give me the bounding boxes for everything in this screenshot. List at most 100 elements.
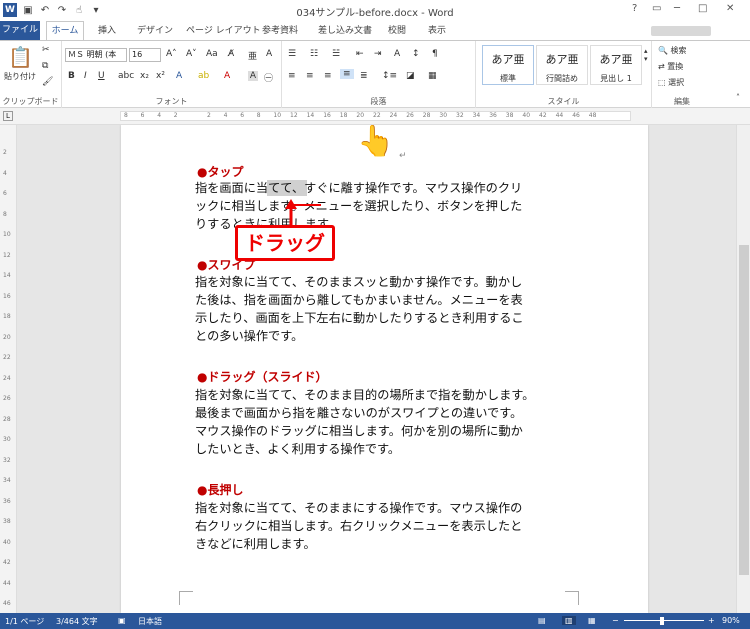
shrink-font-icon[interactable]: A˅ [186, 49, 197, 59]
copy-icon[interactable]: ⧉ [42, 61, 48, 71]
zoom-thumb[interactable] [660, 617, 664, 625]
tab-design[interactable]: デザイン [137, 23, 173, 36]
align-center-icon[interactable]: ≡ [306, 71, 314, 81]
increase-indent-icon[interactable]: ⇥ [374, 49, 382, 59]
tab-page-layout[interactable]: ページ レイアウト [186, 23, 261, 36]
font-color-icon[interactable]: A [224, 71, 230, 81]
close-button[interactable]: ✕ [726, 3, 734, 14]
italic-icon[interactable]: I [84, 71, 87, 81]
styles-scroll-icon[interactable]: ▴ ▾ [644, 47, 648, 63]
ruler-tick-label: 2 [173, 112, 178, 119]
bullets-icon[interactable]: ☰ [288, 49, 296, 59]
ruler-tick-label: 28 [422, 112, 431, 119]
vruler-tick-label: 30 [3, 436, 11, 443]
ribbon-display-button[interactable]: ▭ [652, 3, 661, 14]
page-count[interactable]: 1/1 ページ [5, 616, 44, 627]
style-heading-1[interactable]: あア亜 見出し 1 [590, 45, 642, 85]
tab-selector-icon[interactable]: L [3, 111, 13, 121]
char-border-icon[interactable]: A [266, 49, 272, 59]
underline-icon[interactable]: U [98, 71, 105, 81]
vertical-ruler[interactable]: 2 4 6 8 10 12 14 16 18 20 22 24 26 28 30 32 34 36 38 40 42 44… [0, 125, 17, 613]
find-button[interactable]: 🔍 検索 [658, 45, 687, 56]
scrollbar-thumb[interactable] [739, 245, 749, 575]
justify-icon[interactable]: ≡ [340, 69, 354, 79]
align-right-icon[interactable]: ≡ [324, 71, 332, 81]
subscript-icon[interactable]: x₂ [140, 71, 149, 81]
enclose-char-icon[interactable]: ㊀ [264, 71, 273, 84]
change-case-icon[interactable]: Aa [206, 49, 218, 59]
paragraph-group-label: 段落 [370, 97, 387, 106]
ruby-icon[interactable]: 亜 [248, 49, 257, 62]
superscript-icon[interactable]: x² [156, 71, 165, 81]
strikethrough-icon[interactable]: abc [118, 71, 134, 81]
para-swipe-line-3: 示したり、画面を上下左右に動かしたりするとき利用するこ [195, 311, 524, 325]
font-name-combo[interactable]: ＭＳ 明朝 (本 [65, 48, 127, 62]
horizontal-ruler[interactable]: L 8 6 4 2 2 4 6 8 10 12 14 16 18 20 22 24 26 28 30 32 34 36 38… [0, 108, 750, 125]
web-layout-icon[interactable]: ▦ [588, 616, 596, 625]
decrease-indent-icon[interactable]: ⇤ [356, 49, 364, 59]
clear-format-icon[interactable]: A̸ [228, 49, 234, 59]
tab-mailings[interactable]: 差し込み文書 [318, 23, 372, 36]
multilevel-list-icon[interactable]: ☱ [332, 49, 340, 59]
print-layout-icon[interactable]: ▥ [562, 616, 576, 625]
tab-home[interactable]: ホーム [46, 21, 84, 40]
para-swipe-line-1: 指を対象に当てて、そのままスッと動かす操作です。動かし [195, 275, 523, 289]
line-spacing-icon[interactable]: ↕≡ [382, 71, 397, 81]
bold-icon[interactable]: B [68, 71, 75, 81]
paste-icon[interactable]: 📋 [8, 45, 33, 69]
distributed-icon[interactable]: ≣ [360, 71, 368, 81]
vertical-scrollbar[interactable] [736, 125, 750, 613]
document-page[interactable]: 👆 ↵ ●タップ 指を画面に当てて、すぐに離す操作です。マウス操作のクリ ックに… [121, 125, 648, 613]
zoom-slider[interactable] [624, 620, 704, 621]
language[interactable]: 日本語 [138, 616, 162, 627]
zoom-out-icon[interactable]: − [612, 616, 619, 625]
style-no-spacing[interactable]: あア亜 行間詰め [536, 45, 588, 85]
help-button[interactable]: ? [632, 3, 637, 14]
select-label: 選択 [668, 78, 685, 87]
vruler-tick-label: 34 [3, 477, 11, 484]
tab-review[interactable]: 校閲 [388, 23, 406, 36]
maximize-button[interactable]: □ [698, 3, 707, 14]
vruler-tick-label: 10 [3, 231, 11, 238]
proofing-icon[interactable]: ▣ [118, 616, 126, 625]
char-shading-icon[interactable]: A [248, 71, 258, 81]
collapse-ribbon-icon[interactable]: ˄ [736, 93, 740, 102]
grow-font-icon[interactable]: A˄ [166, 49, 177, 59]
ruler-tick-label: 14 [306, 112, 315, 119]
format-painter-icon[interactable]: 🖌 [42, 77, 53, 87]
editing-group: 🔍 検索 ⇄ 置換 ⬚ 選択 編集 [652, 41, 712, 109]
select-button[interactable]: ⬚ 選択 [658, 77, 684, 88]
tab-references[interactable]: 参考資料 [262, 23, 298, 36]
drag-callout: ドラッグ [235, 225, 335, 261]
highlight-icon[interactable]: ab [198, 71, 209, 81]
style-normal[interactable]: あア亜 標準 [482, 45, 534, 85]
margin-corner-right [565, 591, 579, 605]
ruler-tick-label: 22 [373, 112, 381, 119]
asian-layout-icon[interactable]: A [394, 49, 400, 59]
cut-icon[interactable]: ✂ [42, 45, 50, 55]
show-marks-icon[interactable]: ¶ [432, 49, 438, 59]
numbering-icon[interactable]: ☷ [310, 49, 318, 59]
text-effects-icon[interactable]: A [176, 71, 182, 81]
user-account-area[interactable] [651, 26, 711, 36]
read-mode-icon[interactable]: ▤ [538, 616, 546, 625]
sort-icon[interactable]: ↕ [412, 49, 420, 59]
zoom-level[interactable]: 90% [722, 616, 740, 625]
clipboard-group: 📋 貼り付け ✂ ⧉ 🖌 クリップボード [0, 41, 62, 109]
tab-file[interactable]: ファイル [0, 21, 40, 40]
borders-icon[interactable]: ▦ [428, 71, 437, 81]
word-count[interactable]: 3/464 文字 [56, 616, 98, 627]
font-size-combo[interactable]: 16 [129, 48, 161, 62]
replace-button[interactable]: ⇄ 置換 [658, 61, 683, 72]
align-left-icon[interactable]: ≡ [288, 71, 296, 81]
shading-icon[interactable]: ◪ [406, 71, 415, 81]
margin-corner-left [179, 591, 193, 605]
ribbon: 📋 貼り付け ✂ ⧉ 🖌 クリップボード ＭＳ 明朝 (本 16 A˄ A˅ A… [0, 40, 750, 109]
vruler-tick-label: 4 [3, 169, 7, 177]
paste-button[interactable]: 貼り付け [4, 71, 36, 82]
tab-view[interactable]: 表示 [428, 23, 446, 36]
zoom-in-icon[interactable]: + [708, 616, 715, 625]
minimize-button[interactable]: ─ [674, 3, 680, 14]
vruler-tick-label: 22 [3, 354, 11, 361]
tab-insert[interactable]: 挿入 [98, 23, 116, 36]
